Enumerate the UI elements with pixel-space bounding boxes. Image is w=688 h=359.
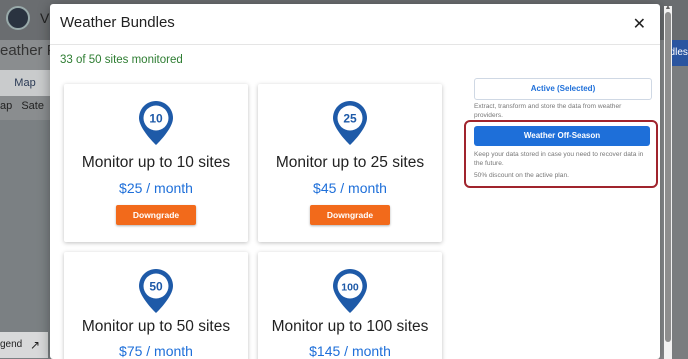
downgrade-button[interactable]: Downgrade bbox=[310, 205, 390, 225]
pin-number: 100 bbox=[341, 282, 359, 294]
sites-monitored-status: 33 of 50 sites monitored bbox=[60, 54, 183, 66]
close-icon[interactable]: ✕ bbox=[633, 14, 646, 34]
weather-bundles-modal: Weather Bundles ✕ 33 of 50 sites monitor… bbox=[50, 4, 660, 359]
map-layer-toggle: ap Sate bbox=[0, 100, 50, 112]
scroll-up-arrow-icon[interactable]: ▲ bbox=[664, 4, 672, 12]
modal-title: Weather Bundles bbox=[60, 14, 175, 31]
layer-option-satellite[interactable]: Sate bbox=[21, 100, 44, 112]
pin-number: 25 bbox=[343, 112, 357, 126]
bundle-price: $25 / month bbox=[119, 180, 193, 196]
offseason-desc-line: Keep your data stored in case you need t… bbox=[474, 151, 644, 158]
bundle-card-10: 10 Monitor up to 10 sites $25 / month Do… bbox=[64, 84, 248, 242]
offseason-desc-line: the future. bbox=[474, 160, 504, 167]
map-area bbox=[0, 120, 52, 359]
bundle-card-50: 50 Monitor up to 50 sites $75 / month bbox=[64, 252, 248, 359]
active-desc-line: providers. bbox=[474, 112, 503, 119]
downgrade-button[interactable]: Downgrade bbox=[116, 205, 196, 225]
bundle-card-25: 25 Monitor up to 25 sites $45 / month Do… bbox=[258, 84, 442, 242]
bundle-price: $75 / month bbox=[119, 343, 193, 359]
offseason-discount: 50% discount on the active plan. bbox=[474, 172, 569, 179]
active-desc-line: Extract, transform and store the data fr… bbox=[474, 103, 622, 110]
bundle-title: Monitor up to 10 sites bbox=[81, 154, 231, 171]
bundle-price: $145 / month bbox=[309, 343, 391, 359]
weather-offseason-button[interactable]: Weather Off-Season bbox=[474, 126, 650, 146]
location-pin-icon: 10 bbox=[139, 101, 173, 145]
modal-header: Weather Bundles ✕ bbox=[50, 4, 660, 45]
bundle-title: Monitor up to 100 sites bbox=[271, 318, 429, 335]
location-pin-icon: 100 bbox=[333, 269, 367, 313]
location-pin-icon: 50 bbox=[139, 269, 173, 313]
app-title: V bbox=[40, 10, 50, 26]
active-plan-button[interactable]: Active (Selected) bbox=[474, 78, 652, 100]
bundle-title: Monitor up to 50 sites bbox=[81, 318, 231, 335]
location-pin-icon: 25 bbox=[333, 101, 367, 145]
offseason-description: Keep your data stored in case you need t… bbox=[474, 150, 654, 168]
legend-label: gend bbox=[0, 339, 23, 350]
map-view-button[interactable]: Map bbox=[0, 70, 50, 96]
page-heading: eather F bbox=[0, 42, 56, 59]
pin-number: 50 bbox=[149, 280, 163, 294]
bundle-card-100: 100 Monitor up to 100 sites $145 / month bbox=[258, 252, 442, 359]
expand-arrow-icon: ↗ bbox=[29, 338, 40, 352]
legend-button[interactable]: gend ↗ bbox=[0, 332, 48, 358]
bundle-price: $45 / month bbox=[313, 180, 387, 196]
active-plan-description: Extract, transform and store the data fr… bbox=[474, 102, 654, 120]
pin-number: 10 bbox=[149, 112, 163, 126]
scrollbar-thumb[interactable] bbox=[665, 12, 671, 342]
bundle-title: Monitor up to 25 sites bbox=[275, 154, 425, 171]
layer-option-map[interactable]: ap bbox=[0, 100, 12, 112]
app-logo bbox=[6, 6, 30, 30]
